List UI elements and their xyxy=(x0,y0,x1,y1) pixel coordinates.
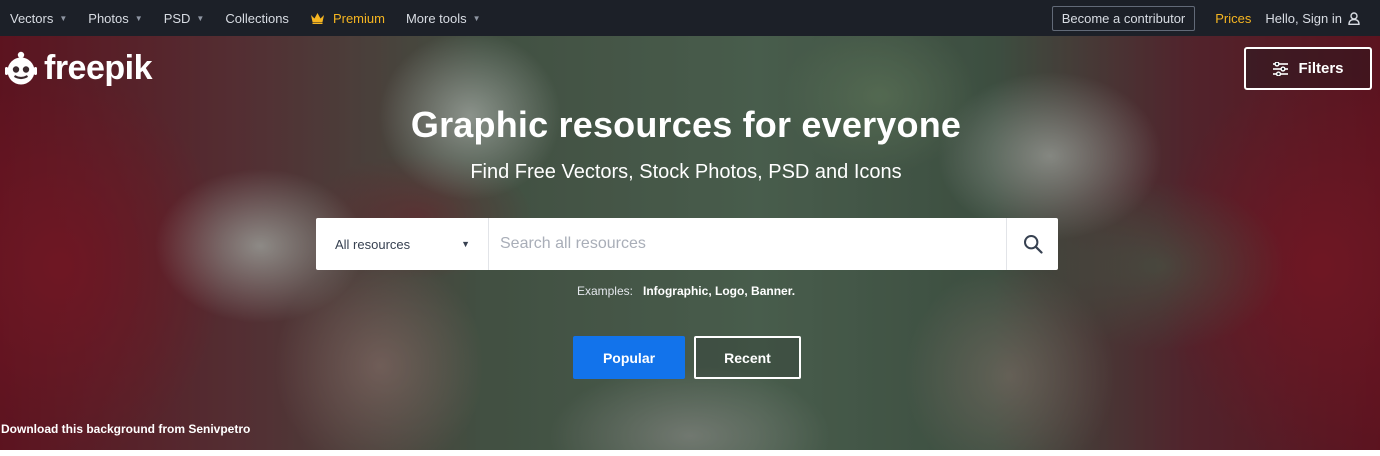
chevron-down-icon: ▼ xyxy=(196,13,205,23)
nav-premium[interactable]: Premium xyxy=(310,11,385,26)
nav-collections-label: Collections xyxy=(225,10,289,26)
chevron-down-icon: ▼ xyxy=(134,13,143,23)
hero-banner: freepik Filters Graphic resources for ev… xyxy=(0,36,1380,450)
nav-right: Become a contributor Prices Hello, Sign … xyxy=(1051,0,1380,36)
search-bar: All resources ▼ xyxy=(316,218,1058,270)
filters-label: Filters xyxy=(1298,60,1344,77)
nav-more-tools[interactable]: More tools ▼ xyxy=(406,11,481,26)
hero-title: Graphic resources for everyone xyxy=(410,104,962,145)
nav-photos-label: Photos xyxy=(88,10,129,26)
example-link-infographic[interactable]: Infographic xyxy=(643,284,708,298)
nav-vectors-label: Vectors xyxy=(10,10,54,26)
search-icon xyxy=(1023,235,1043,254)
resource-type-select[interactable]: All resources ▼ xyxy=(316,218,489,270)
user-icon xyxy=(1348,11,1360,25)
examples-label: Examples: xyxy=(576,284,633,298)
chevron-down-icon: ▼ xyxy=(461,239,470,249)
search-input[interactable] xyxy=(489,218,1006,270)
freepik-mascot-icon xyxy=(5,51,37,85)
nav-left: Vectors ▼ Photos ▼ PSD ▼ Collections Pre… xyxy=(0,0,502,36)
example-link-logo[interactable]: Logo xyxy=(715,284,744,298)
chevron-down-icon: ▼ xyxy=(472,13,481,23)
become-contributor-button[interactable]: Become a contributor xyxy=(1051,5,1196,31)
search-examples: Examples: Infographic, Logo, Banner. xyxy=(576,284,796,298)
popular-tab-button[interactable]: Popular xyxy=(573,336,685,379)
sign-in-link[interactable]: Hello, Sign in xyxy=(1265,11,1360,26)
sign-in-label: Hello, Sign in xyxy=(1265,10,1342,26)
nav-psd-label: PSD xyxy=(163,10,191,26)
nav-premium-label: Premium xyxy=(332,10,385,26)
filters-button[interactable]: Filters xyxy=(1244,47,1372,90)
freepik-logo[interactable]: freepik xyxy=(2,49,153,87)
recent-tab-button[interactable]: Recent xyxy=(694,336,801,379)
crown-icon xyxy=(310,13,324,24)
search-button[interactable] xyxy=(1006,218,1058,270)
nav-psd[interactable]: PSD ▼ xyxy=(164,11,205,26)
nav-photos[interactable]: Photos ▼ xyxy=(88,11,142,26)
resource-type-value: All resources xyxy=(335,236,411,252)
top-navigation: Vectors ▼ Photos ▼ PSD ▼ Collections Pre… xyxy=(0,0,1380,36)
nav-vectors[interactable]: Vectors ▼ xyxy=(10,11,67,26)
chevron-down-icon: ▼ xyxy=(59,13,68,23)
example-link-banner[interactable]: Banner xyxy=(751,284,792,298)
logo-text: freepik xyxy=(44,49,153,87)
background-credit-link[interactable]: Download this background from Senivpetro xyxy=(1,422,250,436)
nav-more-tools-label: More tools xyxy=(405,10,467,26)
sliders-icon xyxy=(1273,61,1289,76)
hero-subtitle: Find Free Vectors, Stock Photos, PSD and… xyxy=(470,161,902,183)
nav-collections[interactable]: Collections xyxy=(225,11,289,26)
prices-link[interactable]: Prices xyxy=(1215,11,1251,26)
